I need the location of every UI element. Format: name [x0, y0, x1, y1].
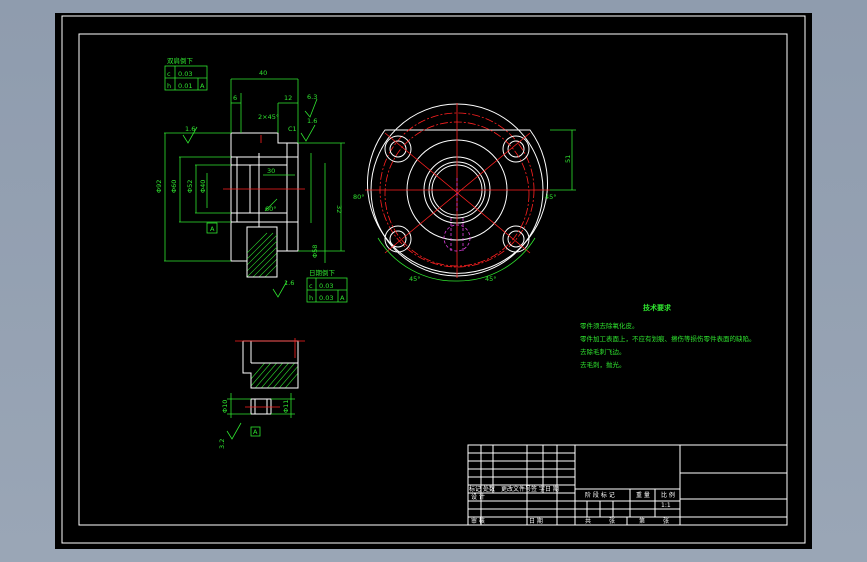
- svg-text:阶 段 标 记: 阶 段 标 记: [585, 491, 615, 499]
- svg-text:签 字: 签 字: [531, 485, 545, 493]
- svg-text:日 期: 日 期: [529, 517, 543, 525]
- svg-text:A: A: [340, 294, 345, 302]
- tech-line-4: 去毛刺，抛光。: [580, 360, 626, 369]
- svg-text:比 例: 比 例: [661, 491, 675, 499]
- dim-6: 6: [233, 94, 237, 102]
- roughness-1-6-right: 1.6: [307, 117, 317, 125]
- svg-text:更改文件号: 更改文件号: [501, 485, 531, 493]
- dim-phi10: Φ10: [221, 400, 229, 413]
- tech-title: 技术要求: [643, 303, 672, 312]
- dim-phi11: Φ11: [282, 400, 290, 413]
- datum-a-detail: A: [253, 428, 258, 436]
- cad-drawing: 40 12 6 6.3 2×45° C1 1.6 1.6 1.6 Φ92 Φ60…: [61, 15, 806, 544]
- dim-chamfer: 2×45°: [258, 113, 279, 121]
- tech-line-1: 零件须去除氧化皮。: [580, 321, 639, 330]
- tolerance-top-title: 双肩倒下: [167, 56, 194, 65]
- svg-text:张: 张: [609, 517, 615, 525]
- roughness-1-6-bottom: 1.6: [284, 279, 294, 287]
- svg-text:第: 第: [639, 517, 645, 525]
- roughness-3-2: 3.2: [218, 439, 226, 449]
- dim-30: 30: [267, 167, 275, 175]
- dim-c1: C1: [288, 125, 297, 133]
- dim-32: 32: [335, 205, 343, 213]
- svg-text:0.03: 0.03: [178, 70, 192, 78]
- dim-51: 51: [564, 155, 572, 163]
- svg-text:0.03: 0.03: [319, 282, 333, 290]
- tolerance-frame-top: 双肩倒下 c 0.03 h 0.01 A: [164, 56, 208, 91]
- scale-value: 1:1: [661, 502, 671, 509]
- tech-line-3: 去除毛刺飞边。: [580, 347, 626, 356]
- svg-text:共: 共: [585, 517, 591, 525]
- detail-view: Φ10 Φ11 3.2 A: [218, 338, 305, 449]
- svg-text:A: A: [200, 82, 205, 90]
- dim-phi40: Φ40: [199, 180, 207, 193]
- svg-text:h: h: [167, 82, 171, 90]
- dim-80-left: 80°: [353, 193, 365, 201]
- svg-text:0.01: 0.01: [178, 82, 192, 90]
- outer-border: [61, 15, 806, 544]
- dim-40: 40: [259, 69, 267, 77]
- dim-phi58: Φ58: [311, 245, 319, 258]
- dim-45-bottom-left: 45°: [409, 275, 421, 283]
- svg-text:审 核: 审 核: [471, 517, 485, 525]
- dim-angle60: 60°: [265, 205, 277, 213]
- drawing-sheet: 40 12 6 6.3 2×45° C1 1.6 1.6 1.6 Φ92 Φ60…: [55, 13, 812, 549]
- svg-text:处数: 处数: [483, 485, 495, 493]
- front-view: 80° 45° 45° 45° 51: [353, 103, 576, 283]
- dim-45-right: 45°: [545, 193, 557, 201]
- datum-a-label: A: [210, 225, 215, 233]
- technical-requirements: 技术要求 零件须去除氧化皮。 零件加工表面上，不应有划痕、擦伤等损伤零件表面的缺…: [580, 303, 756, 369]
- title-block: 标记 处数 更改文件号 签 字 日 期 设 计 审 核 日 期 阶 段 标 记 …: [467, 444, 788, 526]
- dim-phi60: Φ60: [170, 180, 178, 193]
- svg-text:c: c: [309, 282, 313, 290]
- roughness-1-6-left: 1.6: [185, 125, 195, 133]
- svg-text:c: c: [167, 70, 171, 78]
- svg-text:h: h: [309, 294, 313, 302]
- tolerance-frame-bottom: 日期倒下 c 0.03 h 0.03 A: [306, 268, 348, 303]
- svg-text:重 量: 重 量: [636, 491, 650, 499]
- svg-text:日 期: 日 期: [545, 485, 559, 493]
- dim-phi52: Φ52: [186, 180, 194, 193]
- dim-12: 12: [284, 94, 292, 102]
- svg-text:标记: 标记: [469, 485, 481, 493]
- svg-text:设 计: 设 计: [471, 493, 485, 501]
- tolerance-bottom-title: 日期倒下: [309, 268, 336, 277]
- section-view: 40 12 6 6.3 2×45° C1 1.6 1.6 1.6 Φ92 Φ60…: [155, 69, 345, 298]
- tech-line-2: 零件加工表面上，不应有划痕、擦伤等损伤零件表面的缺陷。: [580, 334, 756, 343]
- svg-text:0.03: 0.03: [319, 294, 333, 302]
- dim-phi92: Φ92: [155, 180, 163, 193]
- svg-text:张: 张: [663, 517, 669, 525]
- dim-45-bottom-right: 45°: [485, 275, 497, 283]
- roughness-6-3: 6.3: [307, 93, 317, 101]
